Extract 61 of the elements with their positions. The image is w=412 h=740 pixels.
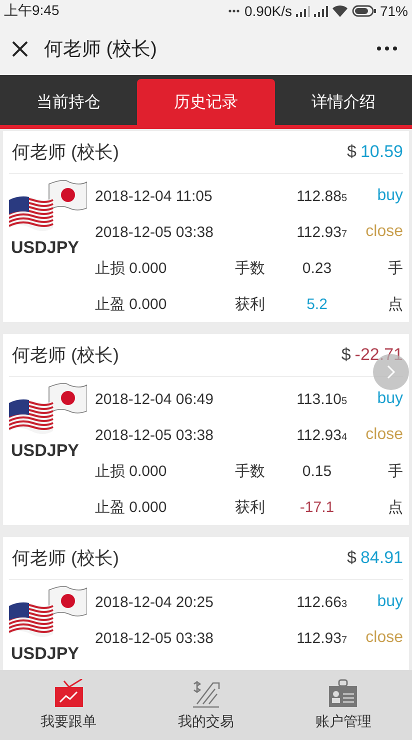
status-time: 上午9:45 [4,2,60,20]
tab[interactable]: 当前持仓 [0,79,138,125]
currency-sign: $ [346,548,356,568]
trade-side: close [366,629,403,647]
profit-amount: 10.59 [360,142,403,162]
currency-sign: $ [346,142,356,162]
trade-time: 2018-12-04 20:25 [95,594,214,610]
nav-item[interactable]: 我的交易 [137,670,275,740]
dollar-chart-icon [190,679,221,709]
points-unit: 点 [388,498,403,516]
take-profit: 止盈 0.000 [95,498,168,516]
trade-side: close [366,426,403,444]
id-card-icon [328,679,358,709]
tv-chart-icon [54,679,84,709]
battery-level: 71% [380,3,408,19]
more-icon[interactable] [376,46,398,51]
currency-pair: USDJPY [10,238,80,258]
lots-label: 手数 [235,462,266,480]
dots-icon [228,9,240,13]
tab[interactable]: 历史记录 [137,79,275,125]
battery-icon [352,5,376,17]
profit-label: 获利 [235,294,266,314]
currency-sign: $ [341,345,351,365]
lots-value: 0.15 [302,462,332,480]
page-title: 何老师 (校长) [44,38,158,62]
lots-unit: 手 [388,462,403,480]
trade-side: buy [377,187,403,205]
nav-item[interactable]: 我要跟单 [0,670,138,740]
trade-time: 2018-12-04 11:05 [95,188,214,204]
stop-loss: 止损 0.000 [95,258,168,278]
trade-time: 2018-12-05 03:38 [95,224,214,240]
signal-icon [314,6,328,16]
points-unit: 点 [388,294,403,314]
lots-label: 手数 [235,258,266,278]
chevron-right-icon [386,364,396,380]
profit-amount: -22.71 [354,345,403,365]
stop-loss: 止损 0.000 [95,462,168,480]
trade-side: buy [377,593,403,611]
trade-time: 2018-12-05 03:38 [95,426,214,444]
tab[interactable]: 详情介绍 [274,79,412,125]
currency-pair: USDJPY [10,441,80,461]
profit-points: 5.2 [306,296,328,312]
lots-value: 0.23 [302,260,332,276]
profit-amount: 84.91 [360,548,403,568]
profit-label: 获利 [235,498,266,516]
trader-name: 何老师 (校长) [11,344,119,367]
wifi-icon [332,5,348,17]
currency-pair: USDJPY [10,644,80,664]
trader-name: 何老师 (校长) [11,547,119,570]
trade-side: buy [377,390,403,408]
trade-time: 2018-12-04 06:49 [95,390,214,408]
take-profit: 止盈 0.000 [95,294,168,314]
lots-unit: 手 [388,258,403,278]
network-speed: 0.90K/s [244,3,292,19]
signal-icon [296,6,310,16]
trade-side: close [366,223,403,241]
trader-name: 何老师 (校长) [11,141,119,164]
close-icon[interactable] [12,40,28,56]
trade-time: 2018-12-05 03:38 [95,630,214,646]
nav-item[interactable]: 账户管理 [274,670,412,740]
profit-points: -17.1 [300,498,334,516]
